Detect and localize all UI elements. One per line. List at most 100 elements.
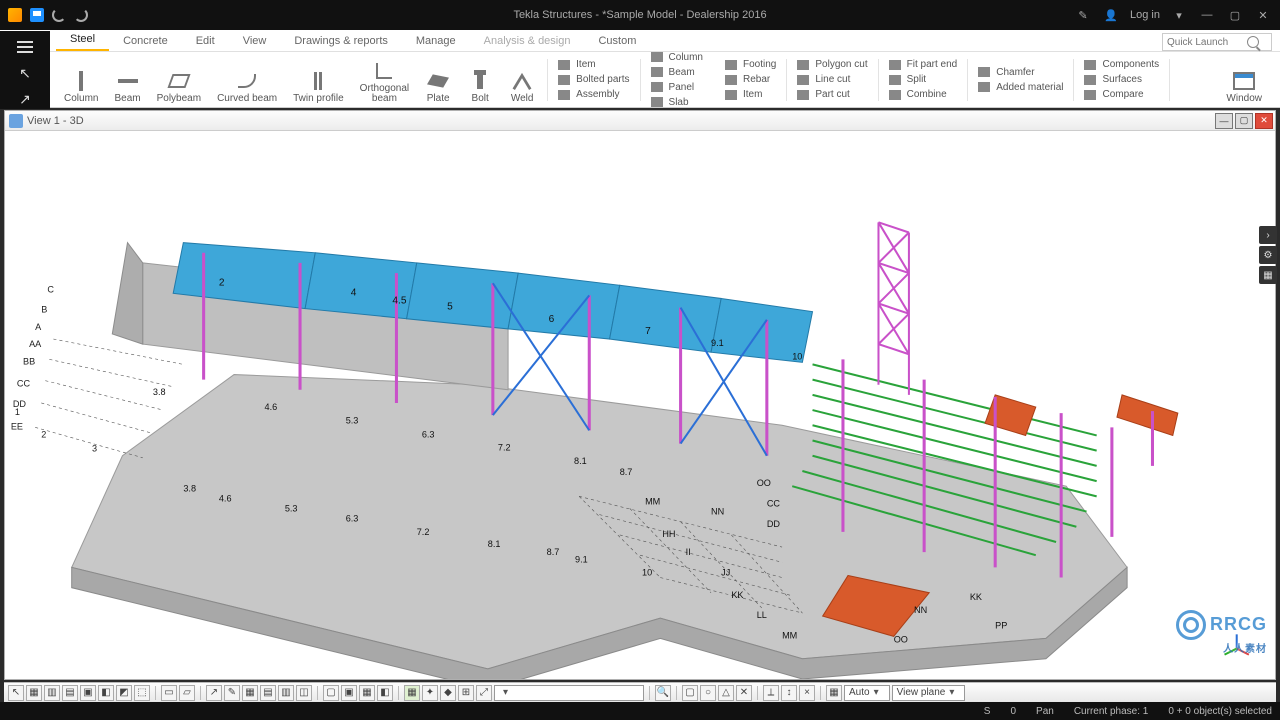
curved-beam-button[interactable]: Curved beam — [209, 56, 285, 104]
save-icon[interactable] — [28, 6, 46, 24]
tb-btn-34[interactable]: ▦ — [826, 685, 842, 701]
components-button[interactable]: Components — [1084, 58, 1159, 71]
snap-auto-select[interactable]: Auto — [844, 685, 890, 701]
tb-btn-9[interactable]: ▭ — [161, 685, 177, 701]
item-button[interactable]: Item — [558, 58, 629, 71]
assembly-button[interactable]: Assembly — [558, 88, 629, 101]
tab-analysis[interactable]: Analysis & design — [470, 31, 585, 51]
tb-btn-23[interactable]: ◆ — [440, 685, 456, 701]
line-cut-button[interactable]: Line cut — [797, 73, 867, 86]
search-icon[interactable] — [1247, 36, 1259, 48]
feedback-icon[interactable]: ✎ — [1070, 4, 1096, 26]
move-tool-icon[interactable]: ↗ — [10, 89, 40, 109]
tb-btn-28[interactable]: ○ — [700, 685, 716, 701]
tb-btn-26[interactable]: 🔍 — [655, 685, 671, 701]
cu-rebar-button[interactable]: Rebar — [725, 73, 776, 86]
tab-concrete[interactable]: Concrete — [109, 31, 182, 51]
redo-icon[interactable] — [72, 6, 90, 24]
view-maximize-button[interactable]: ▢ — [1235, 113, 1253, 129]
polygon-cut-button[interactable]: Polygon cut — [797, 58, 867, 71]
tb-btn-22[interactable]: ✦ — [422, 685, 438, 701]
orthogonal-beam-button[interactable]: Orthogonal beam — [352, 56, 417, 104]
tab-custom[interactable]: Custom — [584, 31, 650, 51]
cu-footing-button[interactable]: Footing — [725, 58, 776, 71]
tb-btn-31[interactable]: ⟂ — [763, 685, 779, 701]
selection-filter-select[interactable] — [494, 685, 644, 701]
tb-btn-2[interactable]: ▦ — [26, 685, 42, 701]
rail-chevron-icon[interactable]: › — [1259, 226, 1277, 244]
tb-btn-20[interactable]: ◧ — [377, 685, 393, 701]
cu-slab-button[interactable]: Slab — [651, 96, 703, 109]
tb-btn-29[interactable]: △ — [718, 685, 734, 701]
rail-gear-icon[interactable]: ⚙ — [1259, 246, 1277, 264]
view-titlebar[interactable]: View 1 - 3D — ▢ ✕ — [5, 111, 1275, 131]
tb-btn-19[interactable]: ▦ — [359, 685, 375, 701]
tb-btn-18[interactable]: ▣ — [341, 685, 357, 701]
minimize-button[interactable]: — — [1194, 4, 1220, 26]
tb-btn-21[interactable]: ▦ — [404, 685, 420, 701]
tb-btn-33[interactable]: × — [799, 685, 815, 701]
weld-button[interactable]: Weld — [501, 56, 543, 104]
tb-btn-30[interactable]: ✕ — [736, 685, 752, 701]
quick-launch-input[interactable] — [1167, 37, 1247, 48]
column-button[interactable]: Column — [56, 56, 106, 104]
bolt-button[interactable]: Bolt — [459, 56, 501, 104]
tb-btn-7[interactable]: ◩ — [116, 685, 132, 701]
rail-cube-icon[interactable]: ▦ — [1259, 266, 1277, 284]
surfaces-button[interactable]: Surfaces — [1084, 73, 1159, 86]
added-material-button[interactable]: Added material — [978, 81, 1063, 94]
window-button[interactable]: Window — [1218, 56, 1270, 104]
app-logo-icon[interactable] — [6, 6, 24, 24]
menu-icon[interactable] — [10, 37, 40, 57]
tb-btn-10[interactable]: ▱ — [179, 685, 195, 701]
tb-btn-13[interactable]: ▦ — [242, 685, 258, 701]
select-tool-icon[interactable]: ↖ — [10, 63, 40, 83]
tb-btn-27[interactable]: ▢ — [682, 685, 698, 701]
dropdown-icon[interactable]: ▾ — [1166, 4, 1192, 26]
part-cut-button[interactable]: Part cut — [797, 88, 867, 101]
chamfer-button[interactable]: Chamfer — [978, 66, 1063, 79]
tb-btn-3[interactable]: ▥ — [44, 685, 60, 701]
tab-drawings[interactable]: Drawings & reports — [280, 31, 402, 51]
cu-item-button[interactable]: Item — [725, 88, 776, 101]
fit-part-end-button[interactable]: Fit part end — [889, 58, 958, 71]
tb-btn-16[interactable]: ◫ — [296, 685, 312, 701]
tb-btn-25[interactable]: ⤢ — [476, 685, 492, 701]
tb-btn-15[interactable]: ▥ — [278, 685, 294, 701]
tb-btn-12[interactable]: ✎ — [224, 685, 240, 701]
cu-column-button[interactable]: Column — [651, 51, 703, 64]
plate-button[interactable]: Plate — [417, 56, 459, 104]
twin-profile-button[interactable]: Twin profile — [285, 56, 352, 104]
tb-btn-17[interactable]: ▢ — [323, 685, 339, 701]
cu-beam-button[interactable]: Beam — [651, 66, 703, 79]
user-icon[interactable]: 👤 — [1098, 4, 1124, 26]
bolted-parts-button[interactable]: Bolted parts — [558, 73, 629, 86]
tb-btn-5[interactable]: ▣ — [80, 685, 96, 701]
select-cursor-icon[interactable]: ↖ — [8, 685, 24, 701]
tab-edit[interactable]: Edit — [182, 31, 229, 51]
tab-view[interactable]: View — [229, 31, 281, 51]
tb-btn-11[interactable]: ↗ — [206, 685, 222, 701]
tb-btn-6[interactable]: ◧ — [98, 685, 114, 701]
tb-btn-32[interactable]: ↕ — [781, 685, 797, 701]
polybeam-button[interactable]: Polybeam — [149, 56, 209, 104]
close-button[interactable]: ✕ — [1250, 4, 1276, 26]
combine-button[interactable]: Combine — [889, 88, 958, 101]
tab-manage[interactable]: Manage — [402, 31, 470, 51]
viewport-3d[interactable]: C B A AA BB CC DD EE 1 2 3 3.8 — [5, 131, 1275, 679]
beam-button[interactable]: Beam — [106, 56, 148, 104]
view-minimize-button[interactable]: — — [1215, 113, 1233, 129]
undo-icon[interactable] — [50, 6, 68, 24]
tab-steel[interactable]: Steel — [56, 29, 109, 51]
tb-btn-4[interactable]: ▤ — [62, 685, 78, 701]
compare-button[interactable]: Compare — [1084, 88, 1159, 101]
view-close-button[interactable]: ✕ — [1255, 113, 1273, 129]
cu-panel-button[interactable]: Panel — [651, 81, 703, 94]
login-link[interactable]: Log in — [1126, 4, 1164, 26]
split-button[interactable]: Split — [889, 73, 958, 86]
tb-btn-24[interactable]: ⊞ — [458, 685, 474, 701]
quick-launch[interactable] — [1162, 33, 1272, 51]
maximize-button[interactable]: ▢ — [1222, 4, 1248, 26]
tb-btn-14[interactable]: ▤ — [260, 685, 276, 701]
view-plane-select[interactable]: View plane — [892, 685, 966, 701]
